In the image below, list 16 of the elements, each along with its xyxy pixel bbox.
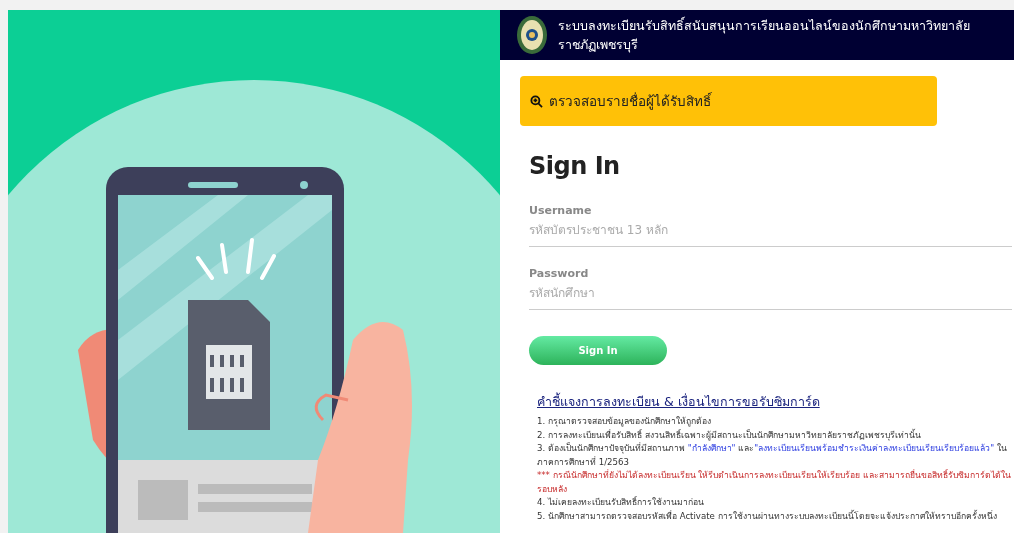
instructions-heading: คำชี้แจงการลงทะเบียน & เงื่อนไขการขอรับซิมการ์ด [537,392,821,411]
field-label: Username [529,204,593,217]
zoom-in-icon [530,94,543,108]
instruction-item: 4. ไม่เคยลงทะเบียนรับสิทธิ์การใช้งานมาก่อน [537,496,705,509]
field-label: Password [529,267,590,280]
instruction-item: 5. นักศึกษาสามารถตรวจสอบรหัสเพื่อ Activate การใช้งานผ่านทางระบบลงทะเบียนนี้โดยจะแจ้งประกาศให้ทราบอีกครั้งหนึ่ง [537,509,998,523]
check-recipients-button[interactable]: ตรวจสอบรายชื่อผู้ได้รับสิทธิ์ [520,76,937,126]
site-title: ระบบลงทะเบียนรับสิทธิ์สนับสนุนการเรียนออนไลน์ของนักศึกษามหาวิทยาลัยราชภัฏเพชรบุรี [558,16,971,54]
instruction-item: 3. ต้องเป็นนักศึกษาปัจจุบันที่มีสถานภาพ "กำลังศึกษา" และ"ลงทะเบียนเรียนพร้อมชำระเงินค่าลงทะเบียนเรียนเรียบร้อยแล้ว" ในภาคการศึกษาที่ 1/2563 [537,442,1008,469]
username-field[interactable]: รหัสบัตรประชาชน 13 หลัก [529,217,1012,247]
instruction-item: 2. การลงทะเบียนเพื่อรับสิทธิ์ สงวนสิทธิ์เฉพาะผู้มีสถานะเป็นนักศึกษามหาวิทยาลัยราชภัฏเพชรบุรีเท่านั้น [537,428,922,442]
warning-note: *** กรณีนักศึกษาที่ยังไม่ได้ลงทะเบียนเรียน ให้รีบดำเนินการลงทะเบียนเรียนให้เรียบร้อย และสามารถยื่นขอสิทธิ์รับซิมการ์ดได้ในรอบหลัง [537,469,1013,496]
instruction-item: 1. กรุณาตรวจสอบข้อมูลของนักศึกษาให้ถูกต้อง [537,415,712,429]
university-emblem-icon [516,15,548,55]
sign-in-heading: Sign In [529,152,621,180]
password-field[interactable]: รหัสนักศึกษา [529,280,1012,310]
